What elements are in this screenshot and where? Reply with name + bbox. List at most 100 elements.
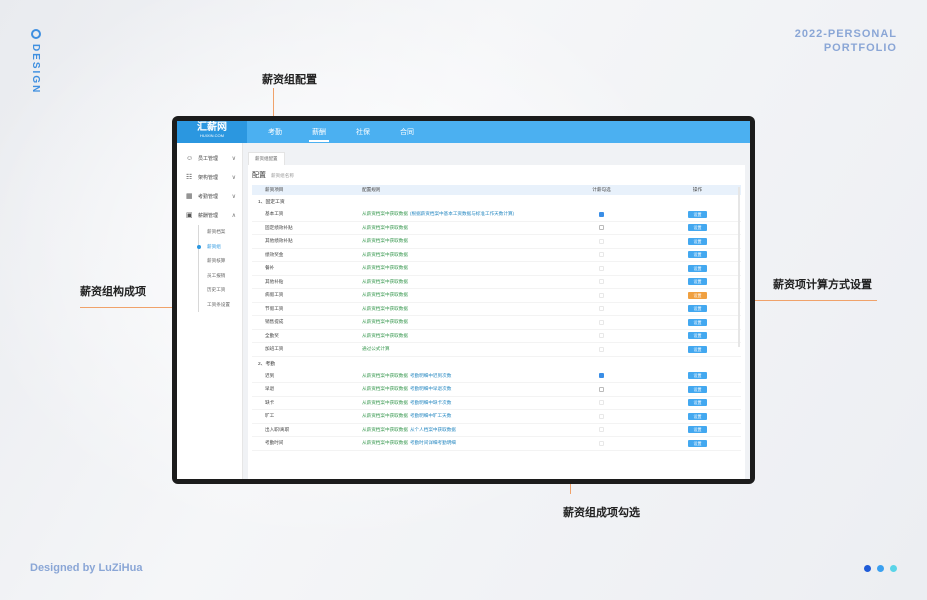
settings-button[interactable]: 设置 bbox=[688, 224, 707, 232]
sidebar-group-label: 薪酬管理 bbox=[198, 213, 219, 219]
sidebar-subitem[interactable]: 薪资核算 bbox=[177, 254, 242, 269]
settings-button[interactable]: 设置 bbox=[688, 210, 707, 218]
salary-item-name: 节假工资 bbox=[265, 305, 284, 311]
settings-button[interactable]: 设置 bbox=[688, 372, 707, 380]
nav-tab[interactable]: 合同 bbox=[385, 121, 429, 143]
include-checkbox[interactable] bbox=[599, 238, 604, 244]
user-icon: ☺ bbox=[186, 155, 194, 162]
settings-button[interactable]: 设置 bbox=[688, 264, 707, 272]
include-checkbox[interactable] bbox=[599, 333, 604, 339]
logo-subtext: HUIXIN.COM bbox=[200, 133, 224, 138]
nav-tab[interactable]: 考勤 bbox=[253, 121, 297, 143]
include-checkbox[interactable] bbox=[599, 292, 604, 298]
sidebar-group[interactable]: ☺ 员工管理 ∨ bbox=[177, 149, 242, 168]
top-navbar: 汇薪网 HUIXIN.COM 考勤 薪酬 社保 合同 bbox=[177, 121, 750, 143]
settings-button[interactable]: 设置 bbox=[688, 251, 707, 259]
config-rule: 从薪资档案中获取数据 bbox=[362, 225, 549, 231]
config-rule: 从薪资档案中获取数据 bbox=[362, 238, 549, 244]
table-row: 病假工资 从薪资档案中获取数据 设置 bbox=[252, 289, 741, 303]
app-logo[interactable]: 汇薪网 HUIXIN.COM bbox=[177, 121, 247, 143]
include-checkbox[interactable] bbox=[599, 400, 604, 406]
sidebar-group[interactable]: ▣ 薪酬管理 ∧ bbox=[177, 206, 242, 225]
rule-hint: (根据薪资档案中基本工资数据与标准工作天数计算) bbox=[409, 211, 515, 217]
include-checkbox[interactable] bbox=[599, 306, 604, 312]
sidebar: ☺ 员工管理 ∨ ☷ 架构管理 ∨ ▦ 考勤管理 ∨ ▣ 薪酬管理 ∧ 薪资档案 薪资组 薪资核算 员工报销历… bbox=[177, 143, 243, 479]
table-row: 考勤时间 从薪资档案中获取数据 考勤时间详细考勤明细 设置 bbox=[252, 437, 741, 451]
logo-text: 汇薪网 bbox=[197, 122, 227, 133]
rule-text: 从薪资档案中获取数据 bbox=[362, 386, 408, 392]
rule-text: 从薪资档案中获取数据 bbox=[362, 265, 408, 271]
salary-item-name: 绩效奖金 bbox=[265, 251, 284, 257]
include-checkbox[interactable] bbox=[599, 225, 604, 231]
table-row: 早退 从薪资档案中获取数据 考勤明细中早退次数 设置 bbox=[252, 383, 741, 397]
settings-button[interactable]: 设置 bbox=[688, 385, 707, 393]
table-row: 绩效奖金 从薪资档案中获取数据 设置 bbox=[252, 249, 741, 262]
section-title: 2、考勤 bbox=[258, 361, 276, 367]
include-checkbox[interactable] bbox=[599, 413, 604, 419]
config-rule: 从薪资档案中获取数据 考勤时间详细考勤明细 bbox=[362, 440, 549, 446]
settings-button[interactable]: 设置 bbox=[688, 399, 707, 407]
table-body: 1、固定工资 基本工资 从薪资档案中获取数据 (根据薪资档案中基本工资数据与标准工作天… bbox=[252, 195, 741, 451]
include-checkbox[interactable] bbox=[599, 252, 604, 258]
settings-button[interactable]: 设置 bbox=[688, 291, 707, 299]
sidebar-group[interactable]: ▦ 考勤管理 ∨ bbox=[177, 187, 242, 206]
salary-item-name: 旷工 bbox=[265, 413, 275, 419]
settings-button[interactable]: 设置 bbox=[688, 278, 707, 286]
col-header-check: 计薪勾选 bbox=[592, 187, 611, 192]
rule-text: 从薪资档案中获取数据 bbox=[362, 278, 408, 284]
sidebar-group[interactable]: ☷ 架构管理 ∨ bbox=[177, 168, 242, 187]
brand-vertical-text: DESIGN bbox=[30, 44, 41, 95]
rule-hint: 从个人档案中获取数据 bbox=[409, 426, 456, 432]
rule-text: 从薪资档案中获取数据 bbox=[362, 251, 408, 257]
salary-item-name: 病假工资 bbox=[265, 292, 284, 298]
chevron-up-icon: ∧ bbox=[231, 213, 236, 219]
include-checkbox[interactable] bbox=[599, 279, 604, 285]
scrollbar[interactable] bbox=[738, 187, 740, 347]
settings-button[interactable]: 设置 bbox=[688, 332, 707, 340]
rule-text: 从薪资档案中获取数据 bbox=[362, 426, 408, 432]
nav-tab[interactable]: 社保 bbox=[341, 121, 385, 143]
include-checkbox[interactable] bbox=[599, 211, 604, 217]
pager-dot bbox=[877, 565, 884, 572]
breadcrumb-tab[interactable]: 薪资组配置 bbox=[248, 152, 285, 165]
config-rule: 从薪资档案中获取数据 bbox=[362, 279, 549, 285]
include-checkbox[interactable] bbox=[599, 386, 604, 392]
include-checkbox[interactable] bbox=[599, 427, 604, 433]
salary-item-name: 其他补贴 bbox=[265, 278, 284, 284]
rule-text: 从薪资档案中获取数据 bbox=[362, 305, 408, 311]
annotation-right: 薪资项计算方式设置 bbox=[773, 279, 872, 291]
annotation-top: 薪资组配置 bbox=[262, 74, 317, 86]
include-checkbox[interactable] bbox=[599, 440, 604, 446]
config-rule: 从薪资档案中获取数据 bbox=[362, 252, 549, 258]
chevron-down-icon: ∨ bbox=[231, 175, 236, 181]
config-rule: 从薪资档案中获取数据 考勤明细中早退次数 bbox=[362, 386, 549, 392]
include-checkbox[interactable] bbox=[599, 373, 604, 379]
sidebar-subitem[interactable]: 薪资档案 bbox=[177, 225, 242, 240]
sidebar-subitem[interactable]: 薪资组 bbox=[177, 239, 242, 255]
settings-button[interactable]: 设置 bbox=[688, 412, 707, 420]
sidebar-group-label: 考勤管理 bbox=[198, 194, 219, 200]
settings-button[interactable]: 设置 bbox=[688, 318, 707, 326]
rule-text: 通过公式计算 bbox=[362, 346, 390, 352]
rule-text: 从薪资档案中获取数据 bbox=[362, 372, 408, 378]
sidebar-subitem[interactable]: 工资条设置 bbox=[177, 297, 242, 313]
sidebar-subitem[interactable]: 员工报销 bbox=[177, 268, 242, 284]
annotation-left: 薪资组构成项 bbox=[80, 286, 146, 298]
include-checkbox[interactable] bbox=[599, 265, 604, 271]
table-row: 缺卡 从薪资档案中获取数据 考勤明细中缺卡次数 设置 bbox=[252, 397, 741, 410]
settings-button[interactable]: 设置 bbox=[688, 345, 707, 353]
wallet-icon: ▣ bbox=[186, 212, 193, 219]
table-row: 固定绩效补贴 从薪资档案中获取数据 设置 bbox=[252, 222, 741, 235]
settings-button[interactable]: 设置 bbox=[688, 439, 707, 447]
sidebar-subitem[interactable]: 历史工资 bbox=[177, 283, 242, 298]
include-checkbox[interactable] bbox=[599, 346, 604, 352]
settings-button[interactable]: 设置 bbox=[688, 237, 707, 245]
include-checkbox[interactable] bbox=[599, 319, 604, 325]
settings-button[interactable]: 设置 bbox=[688, 305, 707, 313]
table-header: 薪资项目 配置规则 计薪勾选 操作 bbox=[252, 185, 741, 195]
table-row: 旷工 从薪资档案中获取数据 考勤明细中旷工天数 设置 bbox=[252, 410, 741, 424]
rule-text: 从薪资档案中获取数据 bbox=[362, 413, 408, 419]
table-row: 其他绩效补贴 从薪资档案中获取数据 设置 bbox=[252, 235, 741, 249]
nav-tab[interactable]: 薪酬 bbox=[297, 121, 341, 143]
settings-button[interactable]: 设置 bbox=[688, 426, 707, 434]
